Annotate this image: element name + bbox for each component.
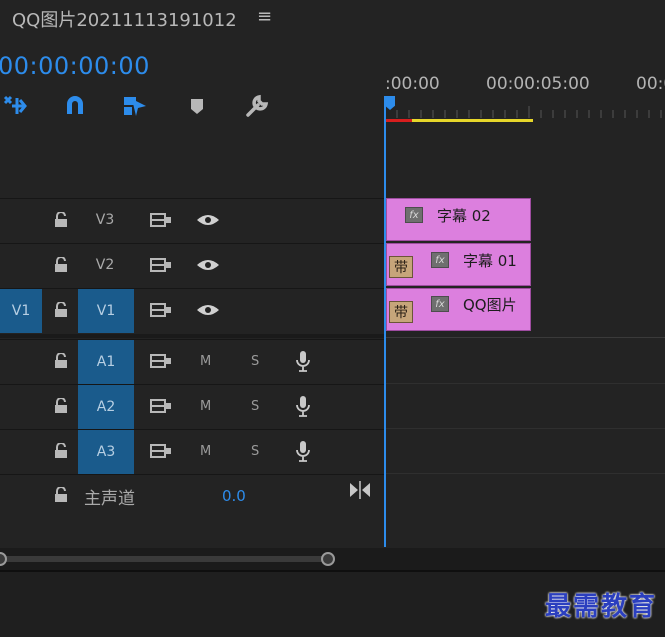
time-ruler[interactable] [385, 106, 665, 118]
effect-badge: 带 [389, 301, 413, 323]
sync-lock-icon[interactable] [150, 212, 172, 228]
mute-button[interactable]: M [200, 444, 211, 459]
track-label-a2[interactable]: A2 [78, 385, 134, 429]
track-label-v1[interactable]: V1 [78, 289, 134, 333]
ruler-label-0: :00:00 [385, 74, 440, 94]
track-a3: A3 M S [0, 429, 385, 474]
fx-badge-icon: fx [405, 207, 423, 223]
solo-button[interactable]: S [251, 354, 259, 369]
clip-name: 字幕 02 [437, 207, 491, 225]
timeline-divider [385, 337, 665, 338]
clip-name: 字幕 01 [463, 252, 517, 270]
wrench-settings-icon[interactable] [244, 93, 270, 119]
track-a1: A1 M S [0, 339, 385, 384]
mute-button[interactable]: M [200, 399, 211, 414]
clip-caption-01[interactable]: 带 fx 字幕 01 [386, 243, 531, 286]
playhead[interactable] [384, 96, 386, 547]
timeline-divider [385, 473, 665, 474]
clip-caption-02[interactable]: fx 字幕 02 [386, 198, 531, 241]
go-to-in-out-icon[interactable] [349, 481, 371, 499]
track-a2: A2 M S [0, 384, 385, 429]
mute-button[interactable]: M [200, 354, 211, 369]
sync-lock-icon[interactable] [150, 257, 172, 273]
eye-icon[interactable] [196, 302, 220, 318]
lock-icon[interactable] [54, 443, 68, 459]
microphone-icon[interactable] [296, 440, 310, 462]
sync-lock-icon[interactable] [150, 443, 172, 459]
panel-menu-icon[interactable]: ≡ [257, 6, 272, 27]
sync-lock-icon[interactable] [150, 353, 172, 369]
clip-qq-image[interactable]: 带 fx QQ图片 [386, 288, 531, 331]
lock-icon[interactable] [54, 398, 68, 414]
microphone-icon[interactable] [296, 395, 310, 417]
watermark-text: 最需教育 [544, 592, 657, 622]
lock-icon[interactable] [54, 212, 68, 228]
track-label-v3[interactable]: V3 [78, 212, 132, 228]
fx-badge-icon: fx [431, 252, 449, 268]
clip-name: QQ图片 [463, 296, 517, 314]
lock-icon[interactable] [54, 353, 68, 369]
ruler-label-1: 00:00:05:00 [486, 74, 590, 94]
track-label-v2[interactable]: V2 [78, 257, 132, 273]
solo-button[interactable]: S [251, 399, 259, 414]
ruler-label-2: 00:0 [636, 74, 665, 94]
playhead-timecode[interactable]: 00:00:00:00 [0, 52, 150, 80]
sequence-title[interactable]: QQ图片20211113191012 [12, 6, 237, 32]
timeline-divider [385, 428, 665, 429]
track-v1: V1 V1 [0, 288, 385, 333]
master-volume-value[interactable]: 0.0 [222, 487, 246, 505]
track-v2: V2 [0, 243, 385, 288]
lock-icon[interactable] [54, 257, 68, 273]
zoom-scroll-bar[interactable] [0, 556, 330, 562]
timeline-divider [385, 383, 665, 384]
source-patch-v1[interactable]: V1 [0, 289, 42, 333]
track-v3: V3 [0, 198, 385, 243]
insert-nest-icon[interactable] [2, 93, 28, 119]
eye-icon[interactable] [196, 257, 220, 273]
lock-icon[interactable] [54, 487, 68, 503]
lock-icon[interactable] [54, 302, 68, 318]
scroll-handle-right[interactable] [321, 552, 335, 566]
sync-lock-icon[interactable] [150, 302, 172, 318]
timeline-track-area[interactable] [385, 122, 665, 548]
master-track-label: 主声道 [84, 489, 135, 509]
video-audio-divider[interactable] [0, 334, 385, 338]
add-marker-icon[interactable] [184, 93, 210, 119]
eye-icon[interactable] [196, 212, 220, 228]
sync-lock-icon[interactable] [150, 398, 172, 414]
linked-selection-icon[interactable] [122, 93, 148, 119]
track-master: 主声道 0.0 [0, 474, 385, 517]
effect-badge: 带 [389, 256, 413, 278]
microphone-icon[interactable] [296, 350, 310, 372]
snap-magnet-icon[interactable] [62, 93, 88, 119]
track-label-a1[interactable]: A1 [78, 340, 134, 384]
track-label-a3[interactable]: A3 [78, 430, 134, 474]
fx-badge-icon: fx [431, 296, 449, 312]
solo-button[interactable]: S [251, 444, 259, 459]
